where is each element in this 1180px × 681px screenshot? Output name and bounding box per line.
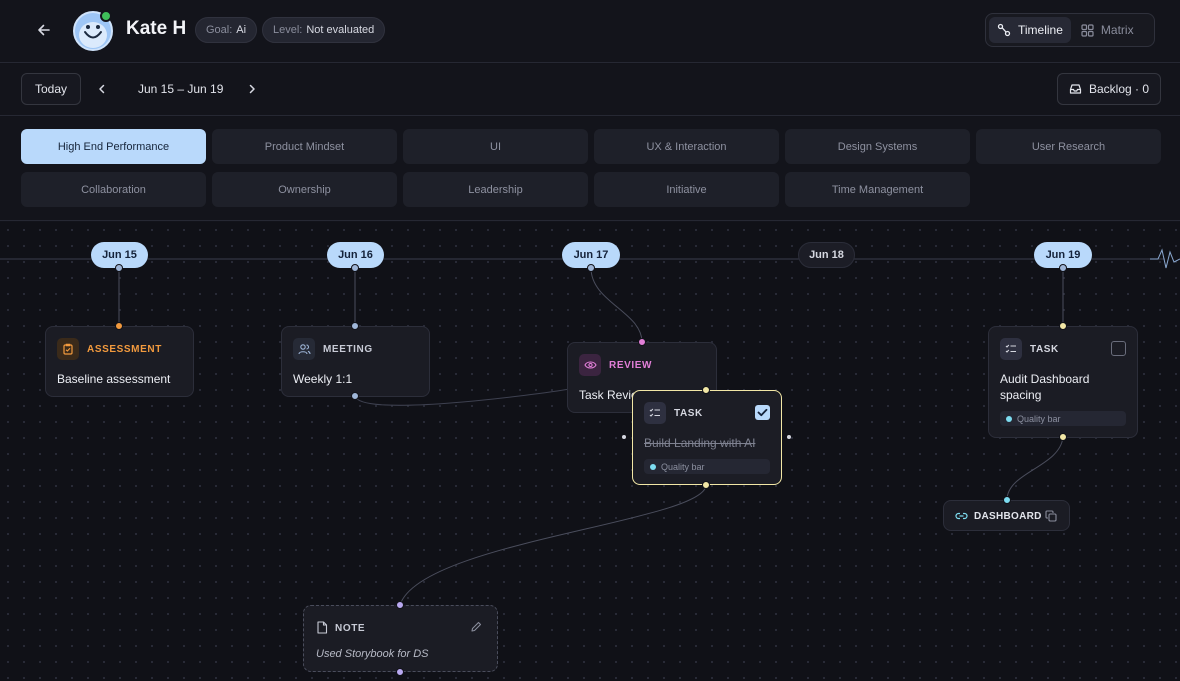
category-ui[interactable]: UI bbox=[403, 129, 588, 164]
grid-icon bbox=[1081, 23, 1094, 37]
previous-week-button[interactable] bbox=[92, 79, 112, 99]
user-name: Kate H bbox=[126, 18, 187, 39]
card-kind: NOTE bbox=[335, 623, 366, 634]
axis-port bbox=[115, 264, 123, 272]
eye-icon bbox=[579, 354, 601, 376]
today-button[interactable]: Today bbox=[21, 73, 81, 105]
timeline-view-label: Timeline bbox=[1018, 23, 1063, 37]
card-title: Baseline assessment bbox=[57, 372, 171, 386]
category-time-management[interactable]: Time Management bbox=[785, 172, 970, 207]
connection-port[interactable] bbox=[1003, 496, 1011, 504]
status-dot bbox=[1006, 415, 1012, 422]
chevron-left-icon bbox=[99, 84, 105, 94]
goal-label: Goal: bbox=[206, 24, 233, 36]
date-toolbar: Today Jun 15 – Jun 19 Backlog · 0 bbox=[0, 64, 1180, 116]
category-design-systems[interactable]: Design Systems bbox=[785, 129, 970, 164]
level-label: Level: bbox=[273, 24, 303, 36]
matrix-view-label: Matrix bbox=[1100, 23, 1134, 37]
connection-port[interactable] bbox=[1059, 433, 1067, 441]
meeting-card[interactable]: MEETING Weekly 1:1 bbox=[281, 326, 430, 397]
backlog-label: Backlog · 0 bbox=[1088, 82, 1150, 96]
back-button[interactable] bbox=[30, 18, 58, 42]
axis-port bbox=[587, 264, 595, 272]
connection-port[interactable] bbox=[351, 392, 359, 400]
card-title: Weekly 1:1 bbox=[293, 372, 353, 386]
category-collaboration[interactable]: Collaboration bbox=[21, 172, 206, 207]
quality-bar-label: Quality bar bbox=[661, 461, 705, 472]
connection-port[interactable] bbox=[638, 338, 646, 346]
note-text: Used Storybook for DS bbox=[316, 648, 429, 660]
level-chip: Level: Not evaluated bbox=[262, 17, 386, 43]
inbox-icon bbox=[1069, 84, 1082, 94]
link-icon bbox=[955, 512, 968, 520]
check-icon bbox=[757, 408, 768, 417]
connection-lines bbox=[0, 248, 1180, 606]
category-filters: High End Performance Product Mindset UI … bbox=[0, 117, 1180, 221]
dashboard-link-card[interactable]: DASHBOARD bbox=[943, 500, 1070, 531]
pencil-icon[interactable] bbox=[470, 621, 482, 633]
arrow-left-icon bbox=[38, 24, 50, 36]
backlog-button[interactable]: Backlog · 0 bbox=[1057, 73, 1161, 105]
chevron-right-icon bbox=[249, 84, 255, 94]
document-icon bbox=[317, 621, 328, 634]
category-ownership[interactable]: Ownership bbox=[212, 172, 397, 207]
task-done-checkbox[interactable] bbox=[1111, 341, 1126, 356]
card-kind: REVIEW bbox=[609, 360, 653, 371]
category-initiative[interactable]: Initiative bbox=[594, 172, 779, 207]
assessment-card[interactable]: ASSESSMENT Baseline assessment bbox=[45, 326, 194, 397]
resize-handle[interactable] bbox=[622, 435, 626, 439]
clipboard-check-icon bbox=[57, 338, 79, 360]
checklist-icon bbox=[1000, 338, 1022, 360]
timeline-icon bbox=[997, 23, 1011, 37]
app-header: Kate H Goal: Ai Level: Not evaluated Timel… bbox=[0, 0, 1180, 63]
category-ux-interaction[interactable]: UX & Interaction bbox=[594, 129, 779, 164]
matrix-view-button[interactable]: Matrix bbox=[1073, 17, 1142, 43]
connection-port[interactable] bbox=[1059, 322, 1067, 330]
dashboard-label: DASHBOARD bbox=[974, 511, 1042, 522]
axis-port bbox=[351, 264, 359, 272]
next-week-button[interactable] bbox=[242, 79, 262, 99]
quality-bar-label: Quality bar bbox=[1017, 413, 1061, 424]
connection-port[interactable] bbox=[702, 386, 710, 394]
goal-chip: Goal: Ai bbox=[195, 17, 258, 43]
date-jun-18[interactable]: Jun 18 bbox=[798, 242, 855, 268]
axis-port bbox=[1059, 264, 1067, 272]
date-range-label: Jun 15 – Jun 19 bbox=[138, 82, 224, 96]
category-leadership[interactable]: Leadership bbox=[403, 172, 588, 207]
timeline-canvas[interactable]: Jun 15 Jun 16 Jun 17 Jun 18 Jun 19 ASSES… bbox=[0, 222, 1180, 681]
card-kind: TASK bbox=[674, 408, 703, 419]
view-toggle: Timeline Matrix bbox=[985, 13, 1155, 47]
online-status-dot bbox=[100, 10, 112, 22]
category-high-end-performance[interactable]: High End Performance bbox=[21, 129, 206, 164]
copy-icon[interactable] bbox=[1045, 510, 1057, 522]
users-icon bbox=[293, 338, 315, 360]
goal-value: Ai bbox=[236, 24, 247, 36]
quality-bar-badge: Quality bar bbox=[1000, 411, 1126, 426]
task-done-checkbox[interactable] bbox=[755, 405, 770, 420]
card-kind: MEETING bbox=[323, 344, 373, 355]
task-audit-card[interactable]: TASK Audit Dashboard spacing Quality bar bbox=[988, 326, 1138, 438]
connection-port[interactable] bbox=[702, 481, 710, 489]
connection-port[interactable] bbox=[396, 601, 404, 609]
category-user-research[interactable]: User Research bbox=[976, 129, 1161, 164]
card-title: Build Landing with AI bbox=[644, 436, 756, 450]
status-dot bbox=[650, 463, 656, 470]
quality-bar-badge: Quality bar bbox=[644, 459, 770, 474]
card-kind: ASSESSMENT bbox=[87, 344, 162, 355]
note-card[interactable]: NOTE Used Storybook for DS bbox=[303, 605, 498, 672]
checklist-icon bbox=[644, 402, 666, 424]
card-kind: TASK bbox=[1030, 344, 1059, 355]
task-landing-card[interactable]: TASK Build Landing with AI Quality bar bbox=[632, 390, 782, 485]
timeline-view-button[interactable]: Timeline bbox=[989, 17, 1071, 43]
resize-handle[interactable] bbox=[787, 435, 791, 439]
connection-port[interactable] bbox=[351, 322, 359, 330]
category-product-mindset[interactable]: Product Mindset bbox=[212, 129, 397, 164]
connection-port[interactable] bbox=[396, 668, 404, 676]
connection-port[interactable] bbox=[115, 322, 123, 330]
level-value: Not evaluated bbox=[306, 24, 375, 36]
card-title: Audit Dashboard spacing bbox=[1000, 372, 1090, 402]
card-title: Task Revie bbox=[579, 388, 638, 402]
